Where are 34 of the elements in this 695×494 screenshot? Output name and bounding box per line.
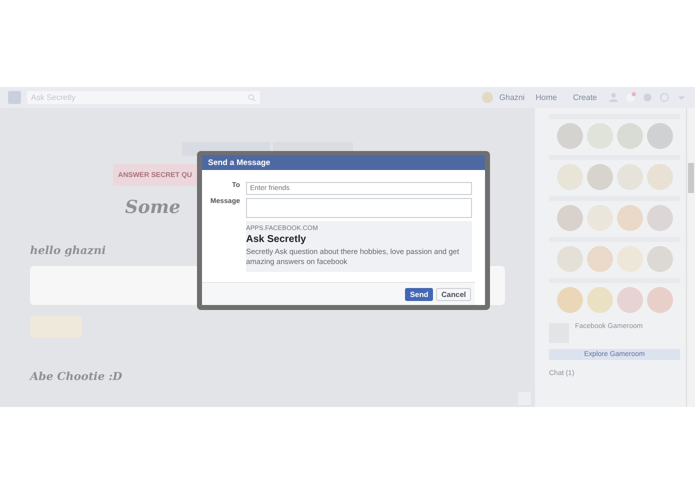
- author-name: Abe Chootie :D: [30, 370, 122, 383]
- game-icon[interactable]: [587, 123, 613, 149]
- avatar-icon[interactable]: [482, 92, 494, 103]
- greeting-text: hello ghazni: [30, 244, 106, 257]
- scrollbar-thumb[interactable]: [688, 163, 694, 193]
- game-icon[interactable]: [557, 205, 583, 231]
- preview-title: Ask Secretly: [246, 234, 308, 245]
- game-icon[interactable]: [647, 164, 673, 190]
- game-icon[interactable]: [647, 123, 673, 149]
- game-icon[interactable]: [617, 123, 643, 149]
- game-icon[interactable]: [617, 287, 643, 313]
- logo-icon[interactable]: [8, 91, 21, 104]
- game-icon[interactable]: [587, 287, 613, 313]
- dialog-title: Send a Message: [202, 155, 485, 170]
- game-icon[interactable]: [557, 246, 583, 272]
- nav-link[interactable]: Create: [568, 93, 602, 102]
- search-icon[interactable]: [248, 94, 256, 102]
- profile-link[interactable]: Ghazni: [499, 93, 525, 102]
- game-icon[interactable]: [647, 205, 673, 231]
- game-icon[interactable]: [647, 287, 673, 313]
- page-heading: Some: [125, 197, 181, 218]
- nav-link[interactable]: Home: [530, 93, 562, 102]
- messages-icon[interactable]: [625, 92, 636, 103]
- friends-icon[interactable]: [608, 92, 619, 103]
- game-icon[interactable]: [647, 246, 673, 272]
- game-icon[interactable]: [557, 164, 583, 190]
- game-icon[interactable]: [557, 123, 583, 149]
- game-icon[interactable]: [617, 205, 643, 231]
- game-icon[interactable]: [587, 246, 613, 272]
- game-icon[interactable]: [587, 164, 613, 190]
- game-icon[interactable]: [617, 164, 643, 190]
- message-field[interactable]: [246, 198, 472, 218]
- game-icon[interactable]: [617, 246, 643, 272]
- game-icon[interactable]: [557, 287, 583, 313]
